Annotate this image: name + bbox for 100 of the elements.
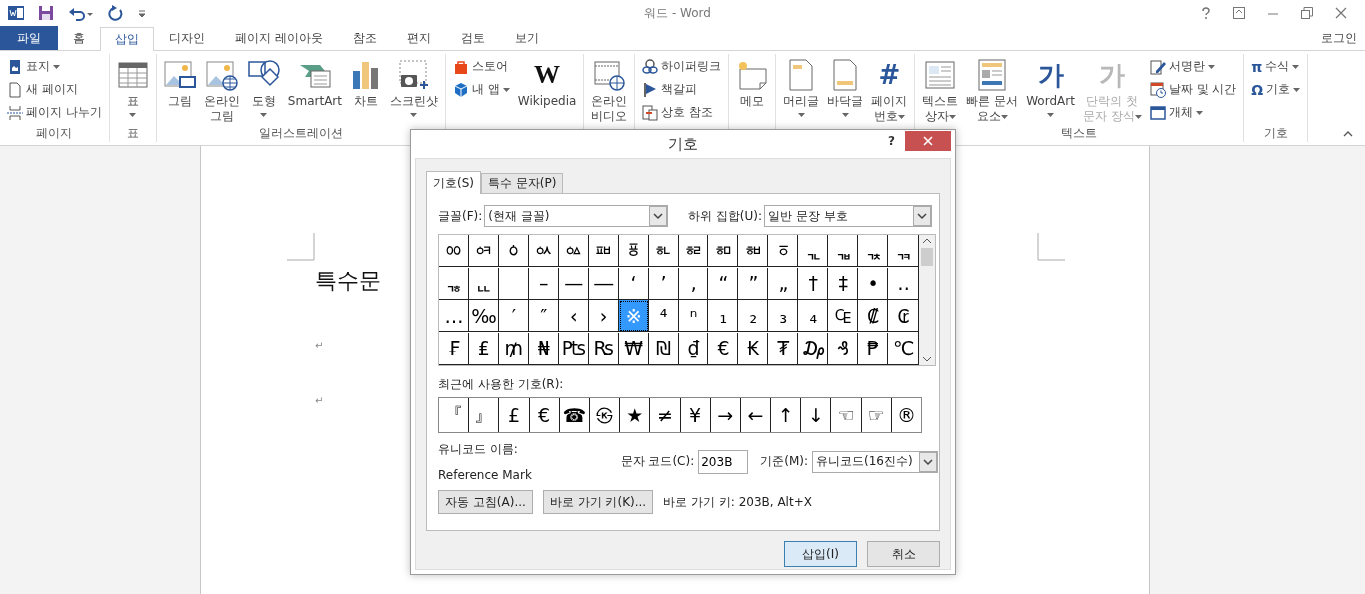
redo-icon[interactable] [108, 5, 124, 21]
symbol-cell[interactable]: ₁ [708, 300, 739, 332]
symbol-cell[interactable]: ₪ [648, 332, 679, 365]
scroll-up-icon[interactable] [922, 238, 932, 244]
symbol-cell[interactable]: ‘ [618, 267, 649, 300]
symbol-cell[interactable]: ₣ [439, 332, 469, 365]
ribbon-button[interactable]: 상호 참조 [639, 102, 725, 123]
close-icon[interactable] [1335, 7, 1347, 19]
ribbon-button[interactable]: 표 [113, 54, 152, 126]
ribbon-button[interactable]: π 수식 [1248, 56, 1304, 77]
customize-caret-icon[interactable] [138, 9, 146, 17]
ribbon-button[interactable]: 메모 [733, 54, 772, 126]
help-button[interactable]: ? [888, 134, 895, 148]
symbol-cell[interactable]: ₥ [498, 332, 529, 365]
symbol-cell[interactable]: ′ [498, 300, 529, 332]
symbol-cell[interactable]: ₨ [588, 332, 619, 365]
ribbon-button[interactable]: SmartArt [284, 54, 345, 126]
ribbon-button[interactable]: 빠른 문서 요소 [963, 54, 1022, 126]
symbol-cell[interactable]: ‹ [558, 300, 589, 332]
help-icon[interactable] [1201, 7, 1211, 19]
dialog-button[interactable]: 취소 [867, 541, 940, 567]
symbol-cell[interactable]: ᇴ [618, 235, 649, 267]
close-button[interactable] [905, 131, 951, 151]
symbol-cell[interactable]: ℃ [888, 332, 919, 365]
symbol-cell[interactable]: ₃ [768, 300, 799, 332]
symbol-cell[interactable]: ᇹ [768, 235, 799, 267]
symbol-cell[interactable]: ᇷ [708, 235, 739, 267]
symbol-cell[interactable]: ₭ [738, 332, 769, 365]
ribbon-button[interactable]: 페이지 나누기 [4, 102, 105, 123]
symbol-cell[interactable]: ‡ [828, 267, 859, 300]
ribbon-button[interactable]: 텍스트 상자 [919, 54, 962, 126]
symbol-cell[interactable]: ₱ [858, 332, 889, 365]
symbol-cell[interactable]: ᇳ [588, 235, 619, 267]
symbol-cell[interactable]: ‥ [888, 267, 919, 300]
sign-in-link[interactable]: 로그인 [1313, 26, 1365, 50]
symbol-cell[interactable]: ₠ [828, 300, 859, 332]
scroll-down-icon[interactable] [922, 356, 932, 362]
symbol-cell[interactable]: ― [588, 267, 619, 300]
undo-icon[interactable] [68, 5, 94, 21]
restore-icon[interactable] [1301, 7, 1313, 19]
symbol-cell[interactable]: ₩ [618, 332, 649, 365]
symbol-cell[interactable]: ᇮ [439, 235, 469, 267]
symbol-cell[interactable]: ‰ [468, 300, 499, 332]
symbol-cell[interactable]: ᇽ [888, 235, 919, 267]
symbol-cell[interactable]: — [558, 267, 589, 300]
ribbon-display-icon[interactable] [1233, 7, 1245, 19]
symbol-cell[interactable]: ₢ [888, 300, 919, 332]
symbol-cell[interactable]: ᇿ [468, 267, 499, 300]
ribbon-button[interactable]: 도형 [244, 54, 283, 126]
ribbon-tab[interactable]: 페이지 레이아웃 [220, 26, 338, 50]
ribbon-tab[interactable]: 편지 [391, 26, 446, 50]
symbol-cell[interactable]: ₯ [798, 332, 829, 365]
symbol-cell[interactable]: ᇼ [858, 235, 889, 267]
symbol-cell[interactable]: … [439, 300, 469, 332]
ribbon-tab[interactable]: 디자인 [154, 26, 220, 50]
symbol-cell[interactable]: ₂ [738, 300, 769, 332]
ribbon-button[interactable]: 서명란 [1146, 56, 1240, 77]
shortcut-key-button[interactable]: 바로 가기 키(K)... [542, 490, 654, 514]
encoding-dropdown[interactable]: 유니코드(16진수) [812, 450, 938, 473]
character-code-field[interactable]: 203B [698, 449, 749, 474]
autocorrect-button[interactable]: 자동 고침(A)... [438, 490, 533, 514]
ribbon-button[interactable]: 스토어 [450, 56, 513, 77]
symbol-cell[interactable]: ₧ [558, 332, 589, 365]
ribbon-button[interactable]: 차트 [347, 54, 385, 126]
dialog-tab[interactable]: 특수 문자(P) [481, 173, 564, 193]
ribbon-button[interactable]: 표지 [4, 56, 105, 77]
dialog-tab[interactable]: 기호(S) [426, 171, 481, 194]
symbol-cell[interactable]: € [708, 332, 739, 365]
font-dropdown[interactable]: (현재 글꼴) [484, 205, 669, 227]
ribbon-button[interactable]: 새 페이지 [4, 79, 105, 100]
symbol-cell[interactable]: „ [768, 267, 799, 300]
ribbon-tab[interactable]: 참조 [337, 26, 392, 50]
symbol-cell[interactable]: † [798, 267, 829, 300]
symbol-cell[interactable]: › [588, 300, 619, 332]
ribbon-tab[interactable]: 홈 [58, 26, 100, 50]
scrollbar[interactable] [919, 235, 935, 365]
symbol-cell[interactable]: ᇾ [439, 267, 469, 300]
ribbon-button[interactable]: 그림 [160, 54, 199, 126]
symbol-cell[interactable]: ᇲ [558, 235, 589, 267]
symbol-cell[interactable]: ⁿ [678, 300, 709, 332]
ribbon-button[interactable]: # 페이지 번호 [868, 54, 911, 126]
symbol-cell[interactable]: ₰ [828, 332, 859, 365]
symbol-cell[interactable]: ᇶ [678, 235, 709, 267]
scroll-thumb[interactable] [921, 248, 933, 266]
symbol-cell[interactable]: ₤ [468, 332, 499, 365]
ribbon-tab[interactable]: 삽입 [100, 27, 154, 51]
symbol-cell[interactable]: ’ [648, 267, 679, 300]
dialog-button[interactable]: 삽입(I) [784, 541, 857, 567]
symbol-cell[interactable]: “ [708, 267, 739, 300]
ribbon-button[interactable]: 날짜 및 시간 [1146, 79, 1240, 100]
symbol-cell[interactable]: ” [738, 267, 769, 300]
ribbon-button[interactable]: 하이퍼링크 [639, 56, 725, 77]
symbol-cell[interactable]: – [528, 267, 559, 300]
subset-dropdown[interactable]: 일반 문장 부호 [764, 205, 932, 227]
symbol-cell[interactable]: ₮ [768, 332, 799, 365]
ribbon-button[interactable]: 바닥글 [824, 54, 867, 126]
symbol-cell[interactable]: ᇸ [738, 235, 769, 267]
symbol-cell[interactable]: ᇵ [648, 235, 679, 267]
ribbon-button[interactable]: 가 WordArt [1023, 54, 1078, 126]
ribbon-tab[interactable]: 검토 [445, 26, 500, 50]
